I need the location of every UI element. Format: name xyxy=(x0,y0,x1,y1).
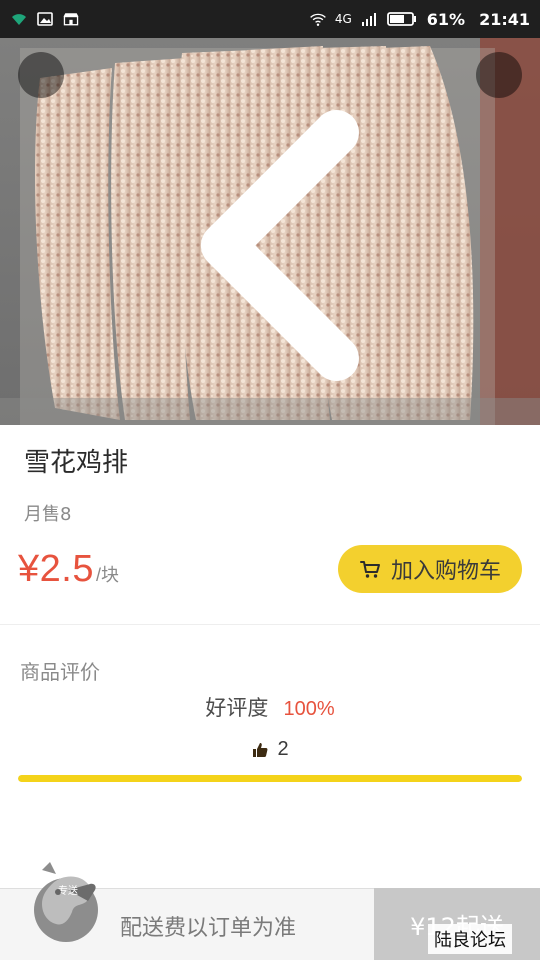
price-value: ¥2.5 xyxy=(18,548,94,590)
thumbs-up-icon xyxy=(253,742,268,757)
chevron-left-icon xyxy=(200,110,359,381)
signal-icon xyxy=(361,10,379,28)
price-row: ¥2.5 /块 xyxy=(18,548,119,591)
back-button[interactable] xyxy=(18,52,359,381)
store-icon xyxy=(62,10,80,28)
product-image xyxy=(0,38,540,425)
delivery-tag: 专送 xyxy=(58,886,78,897)
forum-watermark: 陆良论坛 xyxy=(428,924,512,954)
rating-row: 好评度 100% xyxy=(0,692,540,722)
kangaroo-icon xyxy=(34,862,98,942)
status-time: 21:41 xyxy=(479,9,530,29)
share-button[interactable] xyxy=(476,52,522,98)
rating-progress-fill xyxy=(18,775,522,782)
add-to-cart-label: 加入购物车 xyxy=(390,559,501,584)
likes-row: 2 xyxy=(0,738,540,761)
reviews-title: 商品评价 xyxy=(20,660,100,684)
status-right-icons: 4G 61% 21:41 xyxy=(309,10,530,29)
price-unit: /块 xyxy=(95,565,119,585)
battery-percent: 61% xyxy=(426,9,466,29)
product-name: 雪花鸡排 xyxy=(24,448,129,478)
rating-value: 100% xyxy=(283,698,335,720)
wifi-icon xyxy=(309,10,327,28)
rating-progress-bar xyxy=(18,775,522,782)
rating-label: 好评度 xyxy=(205,696,269,720)
image-icon xyxy=(36,10,54,28)
cart-icon xyxy=(359,561,380,578)
likes-count: 2 xyxy=(277,738,289,760)
monthly-sales: 月售8 xyxy=(24,504,72,525)
delivery-note: 配送费以订单为准 xyxy=(120,916,297,941)
wifi-icon xyxy=(10,10,28,28)
add-to-cart-button[interactable]: 加入购物车 xyxy=(338,545,522,593)
share-icon xyxy=(476,52,540,425)
section-divider xyxy=(0,624,540,625)
delivery-mascot xyxy=(28,856,110,948)
status-left-icons xyxy=(10,10,80,28)
network-type: 4G xyxy=(334,12,352,26)
battery-icon xyxy=(386,10,417,28)
status-bar: 4G 61% 21:41 xyxy=(0,0,540,38)
